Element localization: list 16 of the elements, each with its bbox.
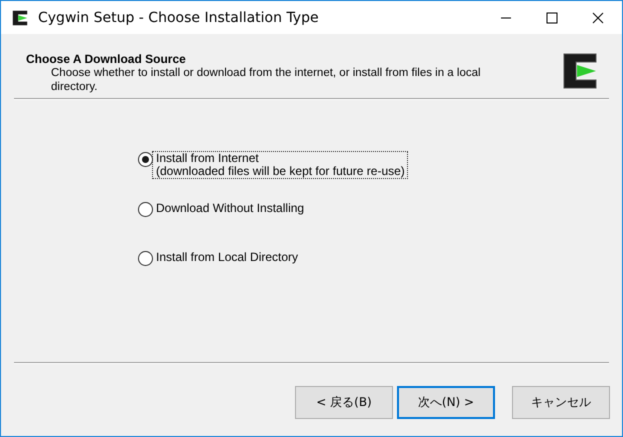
option-label[interactable]: Download Without Installing — [156, 202, 304, 215]
back-button[interactable]: < 戻る(B) — [295, 386, 393, 419]
maximize-icon[interactable] — [546, 12, 558, 24]
next-button[interactable]: 次へ(N) > — [397, 386, 495, 419]
page-description: Choose whether to install or download from the internet, or install from files in a local directory. — [51, 66, 481, 94]
window-title: Cygwin Setup - Choose Installation Type — [38, 10, 319, 26]
radio-button[interactable] — [138, 202, 153, 217]
app-logo-icon — [11, 8, 29, 26]
page-heading: Choose A Download Source — [26, 52, 187, 66]
close-icon[interactable] — [592, 12, 604, 24]
option-label[interactable]: Install from Local Directory — [156, 251, 298, 264]
option-label[interactable]: Install from Internet — [156, 152, 405, 165]
radio-button[interactable] — [138, 152, 153, 167]
option-note: (downloaded files will be kept for future re-use) — [156, 165, 405, 178]
radio-button[interactable] — [138, 251, 153, 266]
cancel-button[interactable]: キャンセル — [512, 386, 610, 419]
